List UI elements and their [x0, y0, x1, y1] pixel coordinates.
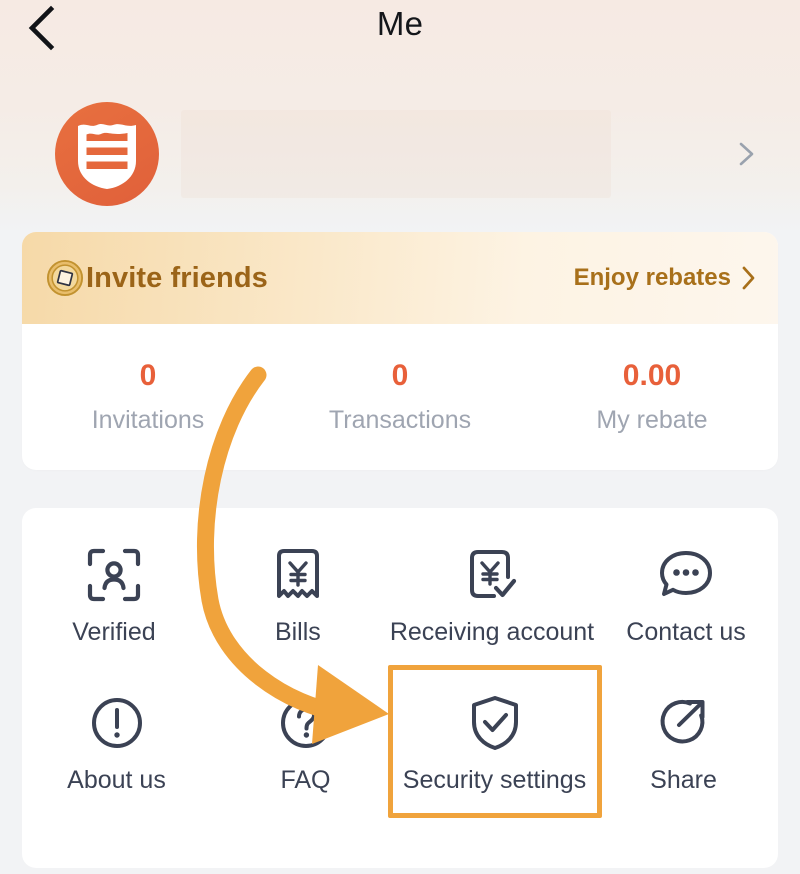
- profile-hero: Me: [0, 0, 800, 232]
- stat-value: 0: [139, 359, 157, 392]
- profile-row[interactable]: [0, 98, 800, 210]
- stat-value: 0.00: [622, 359, 682, 392]
- menu-row: About us FAQ Security settings Share: [22, 678, 778, 826]
- menu-label: FAQ: [280, 766, 331, 794]
- navbar: Me: [0, 0, 800, 58]
- stat-my-rebate[interactable]: 0.00 My rebate: [526, 361, 778, 433]
- chevron-right-icon: [742, 266, 755, 290]
- avatar: [55, 102, 159, 206]
- menu-item-contact-us[interactable]: Contact us: [594, 530, 778, 678]
- menu-label: Share: [650, 766, 717, 794]
- menu-label: Bills: [274, 618, 321, 646]
- invite-friends-banner[interactable]: Invite friends Enjoy rebates: [22, 232, 778, 324]
- stat-invitations[interactable]: 0 Invitations: [22, 361, 274, 433]
- menu-card: Verified Bills Receiving account Contact…: [22, 508, 778, 868]
- menu-item-security-settings[interactable]: Security settings: [400, 678, 589, 826]
- receipt-yen-icon: [272, 544, 324, 606]
- question-circle-icon: [278, 692, 334, 754]
- invite-left-group: Invite friends: [46, 259, 268, 297]
- stats-row: 0 Invitations 0 Transactions 0.00 My reb…: [22, 324, 778, 470]
- stat-transactions[interactable]: 0 Transactions: [274, 361, 526, 433]
- profile-name: [181, 110, 611, 198]
- face-scan-icon: [86, 544, 142, 606]
- stat-label: My rebate: [596, 406, 708, 434]
- enjoy-rebates-link[interactable]: Enjoy rebates: [574, 264, 756, 292]
- menu-item-share[interactable]: Share: [589, 678, 778, 826]
- menu-item-verified[interactable]: Verified: [22, 530, 206, 678]
- stat-label: Transactions: [328, 406, 472, 434]
- menu-label: Security settings: [402, 766, 587, 794]
- stat-label: Invitations: [91, 406, 205, 434]
- page-title: Me: [376, 5, 424, 42]
- menu-item-bills[interactable]: Bills: [206, 530, 390, 678]
- chevron-right-icon[interactable]: [734, 140, 758, 168]
- menu-label: About us: [67, 766, 166, 794]
- coin-icon: [46, 259, 84, 297]
- shield-badge-logo: [78, 124, 136, 189]
- enjoy-rebates-label: Enjoy rebates: [573, 264, 731, 291]
- menu-label: Receiving account: [389, 618, 595, 646]
- menu-label: Verified: [72, 618, 156, 646]
- menu-item-receiving-account[interactable]: Receiving account: [390, 530, 594, 678]
- stat-value: 0: [391, 359, 409, 392]
- card-yen-check-icon: [464, 544, 520, 606]
- menu-label: Contact us: [626, 618, 746, 646]
- shield-check-icon: [468, 692, 522, 754]
- invite-card: Invite friends Enjoy rebates 0 Invitatio…: [22, 232, 778, 470]
- exclamation-circle-icon: [89, 692, 145, 754]
- menu-item-about-us[interactable]: About us: [22, 678, 211, 826]
- menu-row: Verified Bills Receiving account Contact…: [22, 530, 778, 678]
- chat-bubble-dots-icon: [657, 544, 715, 606]
- menu-item-faq[interactable]: FAQ: [211, 678, 400, 826]
- share-circle-arrow-icon: [656, 692, 712, 754]
- invite-friends-label: Invite friends: [86, 261, 268, 294]
